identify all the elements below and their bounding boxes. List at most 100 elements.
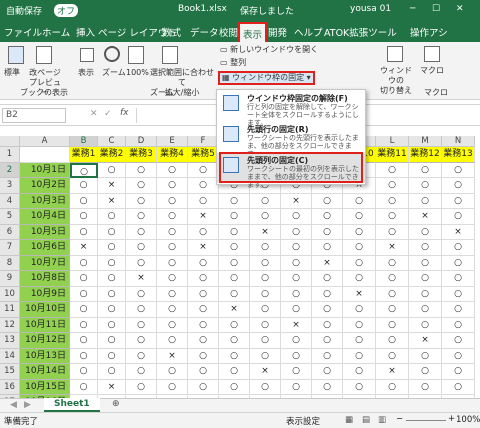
data-cell[interactable]: ○ <box>126 240 157 256</box>
data-cell[interactable]: ○ <box>343 271 376 287</box>
data-cell[interactable]: ○ <box>188 286 219 302</box>
autosave-toggle[interactable]: オフ <box>54 4 79 17</box>
data-cell[interactable]: ○ <box>98 209 126 225</box>
data-cell[interactable]: ○ <box>126 379 157 395</box>
data-cell[interactable]: × <box>188 240 219 256</box>
tab-formulas[interactable]: 数式 <box>162 25 181 39</box>
data-cell[interactable]: ○ <box>157 178 188 194</box>
data-cell[interactable]: ○ <box>188 271 219 287</box>
data-cell[interactable]: ○ <box>442 333 475 349</box>
enter-icon[interactable]: ✓ <box>104 109 112 119</box>
data-cell[interactable]: ○ <box>442 271 475 287</box>
data-cell[interactable]: ○ <box>442 178 475 194</box>
data-cell[interactable]: ○ <box>442 255 475 271</box>
date-cell[interactable]: 10月7日 <box>20 255 70 271</box>
date-cell[interactable]: 10月9日 <box>20 286 70 302</box>
data-cell[interactable]: ○ <box>312 348 343 364</box>
header-cell[interactable]: 業務4 <box>157 147 188 163</box>
row-header[interactable]: 14 <box>0 348 20 364</box>
data-cell[interactable]: ○ <box>188 317 219 333</box>
data-cell[interactable]: ○ <box>409 162 442 178</box>
new-window-button[interactable]: ▭ 新しいウインドウを開く <box>220 45 318 55</box>
data-cell[interactable]: ○ <box>442 317 475 333</box>
arrange-button[interactable]: ▭ 整列 <box>220 58 246 68</box>
data-cell[interactable]: ○ <box>157 240 188 256</box>
zoom-slider[interactable] <box>406 420 446 421</box>
row-header[interactable]: 15 <box>0 364 20 380</box>
date-cell[interactable]: 10月15日 <box>20 379 70 395</box>
data-cell[interactable]: ○ <box>98 364 126 380</box>
zoom-level[interactable]: 100% <box>456 415 480 425</box>
function-icon[interactable]: fx <box>120 108 129 118</box>
data-cell[interactable]: ○ <box>70 286 98 302</box>
column-header-c[interactable]: C <box>98 136 126 147</box>
column-header-d[interactable]: D <box>126 136 157 147</box>
data-cell[interactable]: ○ <box>219 271 250 287</box>
sheet-tab-sheet1[interactable]: Sheet1 <box>44 398 100 412</box>
close-icon[interactable]: ✕ <box>456 4 464 14</box>
data-cell[interactable]: ○ <box>376 193 409 209</box>
data-cell[interactable]: ○ <box>281 271 312 287</box>
data-cell[interactable]: ○ <box>343 348 376 364</box>
data-cell[interactable]: ○ <box>343 379 376 395</box>
data-cell[interactable]: ○ <box>98 317 126 333</box>
data-cell[interactable]: ○ <box>70 178 98 194</box>
data-cell[interactable]: ○ <box>312 317 343 333</box>
row-header[interactable]: 5 <box>0 209 20 225</box>
data-cell[interactable]: ○ <box>126 209 157 225</box>
data-cell[interactable]: ○ <box>219 333 250 349</box>
date-cell[interactable]: 10月1日 <box>20 162 70 178</box>
data-cell[interactable]: ○ <box>126 162 157 178</box>
data-cell[interactable]: ○ <box>250 193 281 209</box>
data-cell[interactable]: ○ <box>376 271 409 287</box>
date-cell[interactable]: 10月8日 <box>20 271 70 287</box>
display-icon[interactable] <box>80 48 94 62</box>
data-cell[interactable]: ○ <box>376 379 409 395</box>
data-cell[interactable]: ○ <box>343 317 376 333</box>
data-cell[interactable]: ○ <box>126 255 157 271</box>
data-cell[interactable]: ○ <box>157 379 188 395</box>
data-cell[interactable]: ○ <box>442 348 475 364</box>
header-cell[interactable]: 業務5 <box>188 147 219 163</box>
header-cell[interactable]: 業務3 <box>126 147 157 163</box>
data-cell[interactable]: ○ <box>343 302 376 318</box>
user-name[interactable]: yousa 01 <box>350 4 391 14</box>
row-header[interactable]: 13 <box>0 333 20 349</box>
data-cell[interactable]: ○ <box>126 364 157 380</box>
data-cell[interactable]: ○ <box>126 302 157 318</box>
data-cell[interactable]: ○ <box>281 224 312 240</box>
data-cell[interactable]: ○ <box>157 224 188 240</box>
data-cell[interactable]: ○ <box>409 348 442 364</box>
data-cell[interactable]: ○ <box>188 162 219 178</box>
data-cell[interactable]: ○ <box>281 286 312 302</box>
data-cell[interactable]: ○ <box>98 240 126 256</box>
data-cell[interactable]: × <box>312 255 343 271</box>
row-header[interactable]: 2 <box>0 162 20 178</box>
data-cell[interactable]: ○ <box>98 271 126 287</box>
tab-atok[interactable]: ATOK拡張ツール <box>324 25 397 39</box>
data-cell[interactable]: ○ <box>126 348 157 364</box>
data-cell[interactable]: ○ <box>281 302 312 318</box>
data-cell[interactable]: ○ <box>409 302 442 318</box>
zoom-button[interactable]: ズーム <box>102 68 126 78</box>
data-cell[interactable]: ○ <box>98 162 126 178</box>
column-header-l[interactable]: L <box>376 136 409 147</box>
date-cell[interactable]: 10月3日 <box>20 193 70 209</box>
data-cell[interactable]: ○ <box>126 178 157 194</box>
row-header[interactable]: 1 <box>0 147 20 163</box>
data-cell[interactable]: ○ <box>250 302 281 318</box>
name-box[interactable]: B2 <box>2 108 66 123</box>
data-cell[interactable]: ○ <box>98 302 126 318</box>
data-cell[interactable]: ○ <box>376 162 409 178</box>
data-cell[interactable]: × <box>188 209 219 225</box>
select-all-corner[interactable] <box>0 136 20 147</box>
data-cell[interactable]: ○ <box>312 271 343 287</box>
data-cell[interactable]: × <box>250 224 281 240</box>
new-sheet-icon[interactable]: ⊕ <box>112 399 120 409</box>
data-cell[interactable]: × <box>409 209 442 225</box>
data-cell[interactable]: ○ <box>409 240 442 256</box>
date-cell[interactable]: 10月11日 <box>20 317 70 333</box>
data-cell[interactable]: × <box>250 364 281 380</box>
header-cell[interactable]: 業務1 <box>70 147 98 163</box>
macro-icon[interactable] <box>424 46 440 62</box>
